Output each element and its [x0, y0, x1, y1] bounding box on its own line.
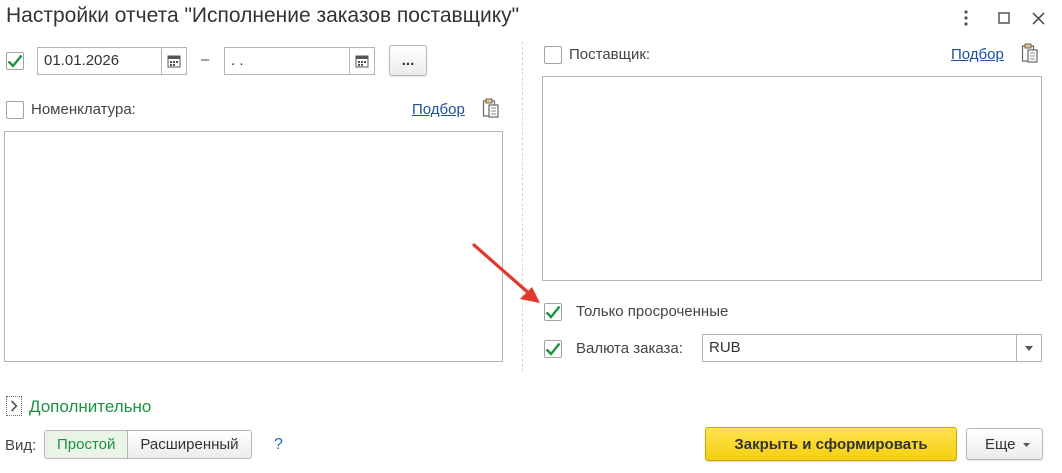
currency-select[interactable]: RUB	[702, 334, 1017, 362]
date-to-input[interactable]: . .	[224, 47, 350, 75]
supplier-paste-icon[interactable]	[1021, 43, 1039, 68]
more-button-label: Еще	[985, 435, 1016, 453]
view-switch: Простой Расширенный	[44, 430, 252, 459]
close-icon[interactable]	[1024, 4, 1052, 32]
currency-label: Валюта заказа:	[576, 340, 683, 357]
calendar-from-icon[interactable]	[161, 47, 187, 75]
overdue-only-checkbox[interactable]	[544, 303, 562, 321]
chevron-right-icon[interactable]	[6, 396, 22, 416]
currency-checkbox[interactable]	[544, 340, 562, 358]
additional-toggle[interactable]: Дополнительно	[29, 397, 151, 417]
period-dash: –	[201, 51, 210, 68]
nomenclature-pick-link[interactable]: Подбор	[412, 101, 465, 118]
help-icon[interactable]: ?	[274, 436, 283, 454]
column-divider	[522, 42, 523, 372]
supplier-label: Поставщик:	[569, 46, 651, 63]
view-label: Вид:	[5, 437, 37, 454]
period-select-button[interactable]: ...	[389, 45, 427, 76]
nomenclature-checkbox[interactable]	[6, 101, 24, 119]
period-checkbox[interactable]	[6, 52, 24, 70]
supplier-list[interactable]	[542, 76, 1042, 281]
window-title: Настройки отчета "Исполнение заказов пос…	[6, 4, 520, 27]
supplier-pick-link[interactable]: Подбор	[951, 46, 1004, 63]
annotation-arrow-icon	[472, 243, 540, 303]
view-option-extended[interactable]: Расширенный	[128, 431, 251, 458]
maximize-icon[interactable]	[990, 4, 1018, 32]
calendar-to-icon[interactable]	[349, 47, 375, 75]
nomenclature-list[interactable]	[4, 131, 503, 362]
overdue-only-label: Только просроченные	[576, 303, 729, 320]
currency-dropdown-icon[interactable]	[1016, 334, 1042, 362]
supplier-checkbox[interactable]	[544, 46, 562, 64]
date-from-input[interactable]: 01.01.2026	[37, 47, 162, 75]
kebab-menu-icon[interactable]	[952, 4, 980, 32]
nomenclature-label: Номенклатура:	[31, 101, 136, 118]
chevron-down-icon	[1023, 443, 1030, 447]
close-and-generate-button[interactable]: Закрыть и сформировать	[705, 427, 957, 461]
more-button[interactable]: Еще	[966, 428, 1043, 460]
nomenclature-paste-icon[interactable]	[482, 98, 500, 123]
view-option-simple[interactable]: Простой	[45, 431, 129, 458]
